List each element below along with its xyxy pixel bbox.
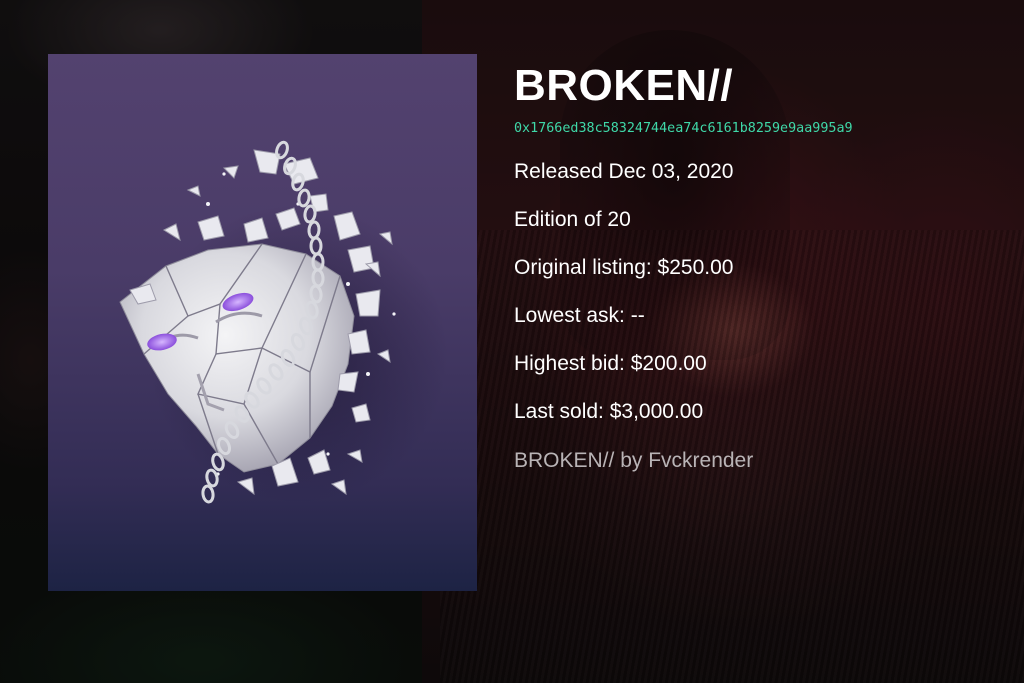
release-date: Released Dec 03, 2020 [514, 160, 734, 183]
artwork-image[interactable] [48, 54, 477, 591]
edition-count: Edition of 20 [514, 208, 631, 231]
lowest-ask-price: Lowest ask: -- [514, 304, 645, 327]
original-listing-price: Original listing: $250.00 [514, 256, 734, 279]
artist-credit[interactable]: BROKEN// by Fvckrender [514, 449, 753, 473]
highest-bid-price: Highest bid: $200.00 [514, 352, 707, 375]
contract-address[interactable]: 0x1766ed38c58324744ea74c6161b8259e9aa995… [514, 121, 1014, 136]
broken-mask-illustration [119, 140, 448, 504]
artwork-info-panel: BROKEN// 0x1766ed38c58324744ea74c6161b82… [514, 60, 1014, 472]
nft-detail-view: BROKEN// 0x1766ed38c58324744ea74c6161b82… [0, 0, 1024, 683]
artwork-title: BROKEN// [514, 61, 734, 110]
last-sold-price: Last sold: $3,000.00 [514, 400, 704, 423]
